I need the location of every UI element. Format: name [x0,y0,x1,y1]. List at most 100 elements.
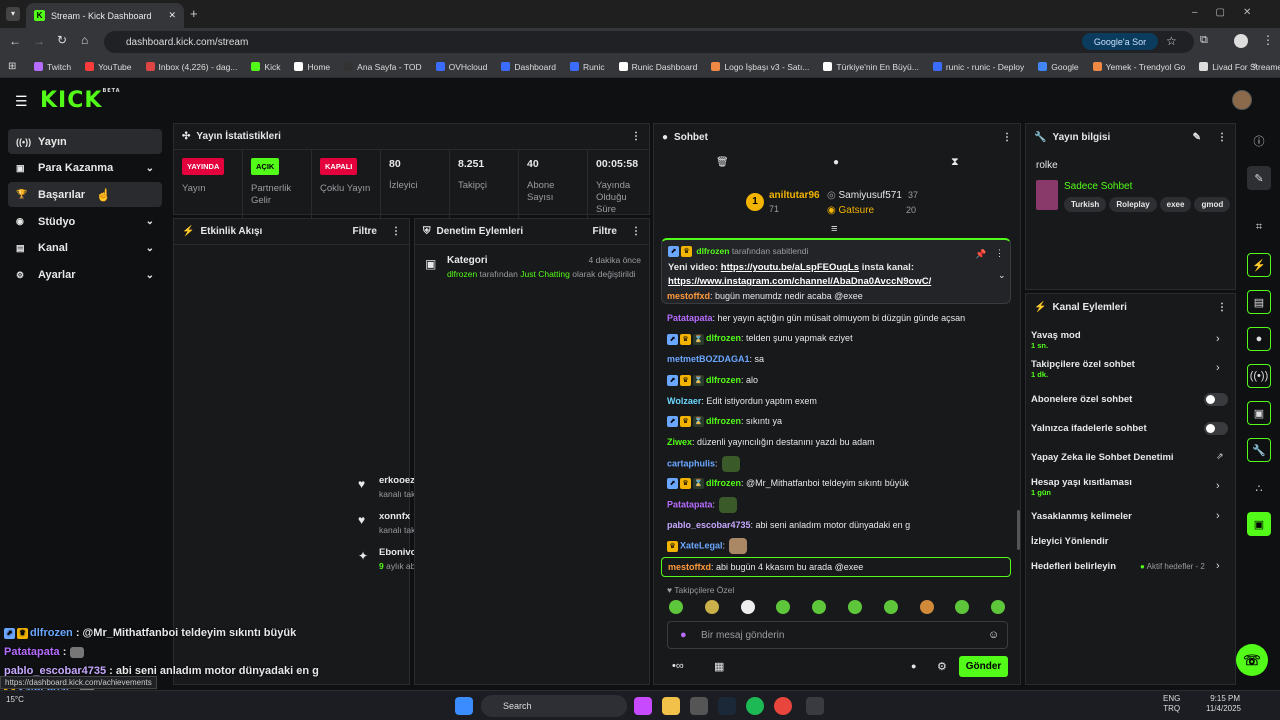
bookmark-item[interactable]: OVHcloud [435,62,487,72]
info-more-icon[interactable]: ⋮ [1217,132,1227,143]
moderation-filter-button[interactable]: Filtre [593,226,617,237]
bolt-icon[interactable]: ⚡ [1247,253,1271,277]
bookmark-item[interactable]: Home [294,62,330,72]
activity-more-icon[interactable]: ⋮ [391,226,401,237]
chat-scrollbar[interactable] [1017,510,1020,550]
tool-icon[interactable]: 🔧 [1247,438,1271,462]
sidebar-item-4[interactable]: ▤ Kanal ⌄ [8,236,162,261]
channel-action-item[interactable]: Yavaş mod 1 sn. [1031,330,1081,350]
sidebar-item-5[interactable]: ⚙ Ayarlar ⌄ [8,263,162,288]
channel-actions-more-icon[interactable]: ⋮ [1217,302,1227,313]
chat-username[interactable]: mestoffxd [667,291,710,301]
close-tab-icon[interactable]: ✕ [168,10,176,21]
infinity-icon[interactable]: •∞ [672,660,684,672]
stat-badge[interactable]: KAPALI [320,158,358,175]
chat-username[interactable]: cartaphulis [667,458,715,468]
channel-action-item[interactable]: Takipçilere özel sohbet 1 dk. [1031,359,1135,379]
bookmark-item[interactable]: YouTube [85,62,132,72]
emote-icon[interactable] [704,600,719,614]
app-icon[interactable] [690,697,708,715]
chat-username[interactable]: dlfrozen [706,333,741,343]
bookmark-item[interactable]: runic - runic - Deploy [932,62,1024,72]
chat-username[interactable]: metmetBOZDAGA1 [667,354,750,364]
chat-icon[interactable]: ● [1247,327,1271,351]
apps-icon[interactable]: ⊞ [8,61,16,72]
star-icon[interactable]: ☆ [1166,34,1177,48]
toggle-switch[interactable] [1204,422,1228,435]
broadcast-icon[interactable]: ((•)) [1247,364,1271,388]
info-icon[interactable]: ⓘ [1247,129,1271,153]
activity-filter-button[interactable]: Filtre [353,226,377,237]
chat-username[interactable]: Ziwex [667,437,692,447]
reload-icon[interactable]: ↻ [57,33,67,47]
explorer-icon[interactable] [662,697,680,715]
windows-start-icon[interactable] [455,697,473,715]
dots-icon[interactable]: ∴ [1247,476,1271,500]
bookmark-item[interactable]: Runic [569,62,605,72]
app-icon[interactable]: ▣ [1247,512,1271,536]
chevron-right-icon[interactable]: › [1216,480,1220,492]
chat-input[interactable]: ● Bir mesaj gönderin ☺ [667,621,1008,649]
channel-action-item[interactable]: İzleyici Yönlendir [1031,536,1108,547]
url-bar[interactable]: dashboard.kick.com/stream [104,31,1194,53]
language-indicator[interactable]: ENG TRQ [1163,694,1180,714]
spotify-icon[interactable] [746,697,764,715]
channel-action-item[interactable]: Hesap yaşı kısıtlaması 1 gün [1031,477,1132,497]
chevron-right-icon[interactable]: › [1216,362,1220,374]
crop-icon[interactable]: ⌗ [1247,215,1271,239]
store-icon[interactable]: ▦ [714,660,724,673]
forward-icon[interactable]: → [33,34,45,48]
chat-more-icon[interactable]: ⋮ [1002,132,1012,143]
bookmark-item[interactable]: Livad For Streamers [1199,62,1280,72]
emote-icon[interactable] [669,600,683,614]
expand-icon[interactable]: ≡ [831,223,837,235]
stats-more-icon[interactable]: ⋮ [631,131,641,142]
chat-username[interactable]: Patatapata [667,499,713,509]
chat-gear-icon[interactable]: ⚙ [937,660,947,673]
layout-icon[interactable]: ▣ [1247,401,1271,425]
pinned-link-youtube[interactable]: https://youtu.be/aLspFEOugLs [721,262,859,273]
weather-text[interactable]: 15°C [6,695,24,704]
channel-action-item[interactable]: Yasaklanmış kelimeler [1031,511,1132,522]
bookmark-item[interactable]: Kick [251,62,280,72]
category-name[interactable]: Sadece Sohbet [1064,181,1132,192]
menu-icon[interactable]: ⋮ [1262,33,1274,47]
doc-icon[interactable]: ▤ [1247,290,1271,314]
hamburger-icon[interactable]: ☰ [15,93,28,110]
moderation-more-icon[interactable]: ⋮ [631,226,641,237]
bookmark-item[interactable]: Inbox (4,226) - dag... [145,62,237,72]
bookmark-item[interactable]: Logo İşbaşı v3 - Satı... [711,62,809,72]
external-link-icon[interactable]: ⇗ [1216,451,1224,462]
clock[interactable]: 9:15 PM 11/4/2025 [1206,694,1241,714]
bookmark-item[interactable]: Türkiye'nin En Büyü... [823,62,919,72]
extensions-icon[interactable]: ⧉ [1200,34,1208,47]
chevron-right-icon[interactable]: › [1216,333,1220,345]
chevron-right-icon[interactable]: › [1216,510,1220,522]
channel-action-item[interactable]: Yapay Zeka ile Sohbet Denetimi [1031,452,1174,463]
sidebar-item-2[interactable]: 🏆 Başarılar [8,182,162,208]
chat-username[interactable]: dlfrozen [706,375,741,385]
taskbar-search[interactable]: Search [481,695,627,717]
emote-icon[interactable] [919,600,934,614]
support-chat-icon[interactable]: ☏ [1236,644,1268,676]
chat-username[interactable]: pablo_escobar4735 [667,520,751,530]
chat-settings-bubble-icon[interactable]: ● [911,661,916,671]
category-thumbnail[interactable] [1036,180,1058,210]
pinned-link-instagram[interactable]: https://www.instagram.com/channel/AbaDna… [668,276,931,287]
tag[interactable]: Turkish [1064,197,1107,212]
sidebar-item-0[interactable]: ((•)) Yayın [8,129,162,154]
obs-icon[interactable] [806,697,824,715]
stat-badge[interactable]: AÇIK [251,158,280,175]
tag[interactable]: exee [1159,197,1192,212]
chat-username[interactable]: Wolzaer [667,396,701,406]
browser-tab[interactable]: K Stream - Kick Dashboard ✕ [26,3,184,28]
home-icon[interactable]: ⌂ [81,33,88,47]
tag[interactable]: gmod [1194,197,1231,212]
copilot-icon[interactable] [634,697,652,715]
edit-icon[interactable]: ✎ [1193,132,1201,143]
trash-icon[interactable]: 🗑 [716,157,729,168]
stat-badge[interactable]: YAYINDA [182,158,225,175]
bookmark-item[interactable]: Runic Dashboard [618,62,697,72]
emoji-icon[interactable]: ☺ [988,629,999,641]
third-gifter[interactable]: ◉ Gatsure [827,205,874,216]
